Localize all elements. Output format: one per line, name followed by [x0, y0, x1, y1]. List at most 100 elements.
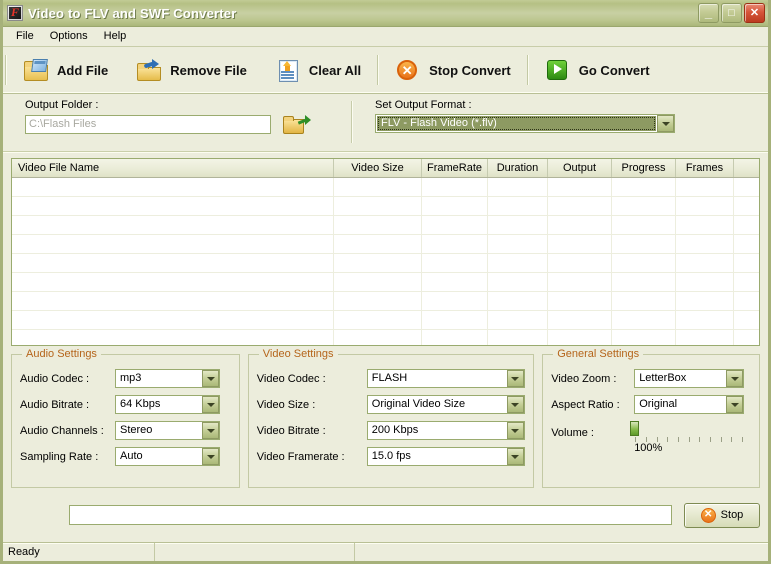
volume-percent: 100% [634, 442, 662, 454]
menu-item-file[interactable]: File [9, 28, 43, 45]
minimize-button[interactable]: _ [698, 3, 719, 23]
add-file-label: Add File [57, 63, 108, 78]
table-row[interactable] [12, 330, 759, 346]
chevron-down-icon[interactable] [202, 396, 219, 413]
table-cell-size [334, 235, 422, 253]
general-settings-title: General Settings [553, 348, 643, 360]
table-cell-progress [612, 235, 676, 253]
video-file-list[interactable]: Video File NameVideo SizeFrameRateDurati… [11, 158, 760, 346]
status-bar: Ready [3, 542, 768, 561]
video-zoom-combo[interactable]: LetterBox [634, 369, 744, 388]
volume-label: Volume : [551, 423, 634, 439]
maximize-button[interactable]: □ [721, 3, 742, 23]
table-row[interactable] [12, 311, 759, 330]
video-codec-row: Video Codec : FLASH [257, 369, 525, 388]
menu-bar: File Options Help [3, 27, 768, 47]
table-row[interactable] [12, 292, 759, 311]
aspect-ratio-row: Aspect Ratio : Original [551, 395, 751, 414]
audio-channels-combo[interactable]: Stereo [115, 421, 220, 440]
video-codec-combo[interactable]: FLASH [367, 369, 525, 388]
aspect-ratio-combo[interactable]: Original [634, 395, 744, 414]
volume-slider-thumb[interactable] [630, 421, 639, 436]
column-header-duration[interactable]: Duration [488, 159, 548, 177]
stop-circle-icon: ✕ [701, 508, 716, 523]
table-cell-name [12, 235, 334, 253]
table-cell-name [12, 292, 334, 310]
audio-bitrate-value: 64 Kbps [116, 396, 202, 413]
table-cell-progress [612, 311, 676, 329]
audio-channels-row: Audio Channels : Stereo [20, 421, 231, 440]
table-cell-progress [612, 216, 676, 234]
output-folder-input[interactable] [25, 115, 271, 134]
chevron-down-icon[interactable] [507, 448, 524, 465]
chevron-down-icon[interactable] [202, 370, 219, 387]
app-window: F Video to FLV and SWF Converter _ □ ✕ F… [0, 0, 771, 564]
table-cell-output [548, 273, 612, 291]
add-file-button[interactable]: Add File [9, 50, 122, 90]
chevron-down-icon[interactable] [726, 370, 743, 387]
chevron-down-icon[interactable] [202, 422, 219, 439]
go-convert-button[interactable]: Go Convert [531, 50, 664, 90]
table-cell-output [548, 216, 612, 234]
table-cell-size [334, 216, 422, 234]
chevron-down-icon[interactable] [507, 422, 524, 439]
table-cell-size [334, 292, 422, 310]
output-format-combo[interactable]: FLV - Flash Video (*.flv) [375, 114, 675, 133]
table-row[interactable] [12, 273, 759, 292]
table-row[interactable] [12, 197, 759, 216]
toolbar-separator [377, 55, 379, 85]
sampling-rate-value: Auto [116, 448, 202, 465]
video-size-combo[interactable]: Original Video Size [367, 395, 525, 414]
table-row[interactable] [12, 178, 759, 197]
output-settings-row: Output Folder : Set Output Format : FLV … [3, 94, 768, 152]
column-header-progress[interactable]: Progress [612, 159, 676, 177]
column-header-framerate[interactable]: FrameRate [422, 159, 488, 177]
audio-bitrate-combo[interactable]: 64 Kbps [115, 395, 220, 414]
audio-codec-value: mp3 [116, 370, 202, 387]
clear-all-label: Clear All [309, 63, 361, 78]
volume-slider[interactable] [634, 422, 636, 436]
column-header-frames[interactable]: Frames [676, 159, 734, 177]
table-cell-size [334, 197, 422, 215]
clear-all-button[interactable]: Clear All [261, 50, 375, 90]
title-bar[interactable]: F Video to FLV and SWF Converter _ □ ✕ [3, 0, 768, 27]
video-framerate-label: Video Framerate : [257, 451, 367, 463]
table-cell-output [548, 254, 612, 272]
table-cell-duration [488, 330, 548, 346]
table-cell-progress [612, 292, 676, 310]
toolbar: Add File Remove File Clear All ✕ Stop Co… [3, 47, 768, 94]
chevron-down-icon[interactable] [507, 396, 524, 413]
slider-tick [710, 437, 711, 442]
stop-convert-button[interactable]: ✕ Stop Convert [381, 50, 525, 90]
column-header-name[interactable]: Video File Name [12, 159, 334, 177]
list-body[interactable] [12, 178, 759, 345]
slider-tick [731, 437, 732, 442]
table-row[interactable] [12, 235, 759, 254]
audio-codec-combo[interactable]: mp3 [115, 369, 220, 388]
video-zoom-label: Video Zoom : [551, 373, 634, 385]
table-row[interactable] [12, 216, 759, 235]
folder-open-icon[interactable] [283, 114, 305, 134]
close-button[interactable]: ✕ [744, 3, 765, 23]
menu-item-options[interactable]: Options [43, 28, 97, 45]
settings-panels: Audio Settings Audio Codec : mp3 Audio B… [11, 354, 760, 488]
sampling-rate-combo[interactable]: Auto [115, 447, 220, 466]
chevron-down-icon[interactable] [726, 396, 743, 413]
video-bitrate-value: 200 Kbps [368, 422, 507, 439]
table-cell-duration [488, 178, 548, 196]
remove-file-button[interactable]: Remove File [122, 50, 261, 90]
chevron-down-icon[interactable] [507, 370, 524, 387]
folder-remove-icon [136, 58, 162, 82]
video-bitrate-combo[interactable]: 200 Kbps [367, 421, 525, 440]
video-framerate-combo[interactable]: 15.0 fps [367, 447, 525, 466]
column-header-output[interactable]: Output [548, 159, 612, 177]
column-header-size[interactable]: Video Size [334, 159, 422, 177]
chevron-down-icon[interactable] [657, 115, 674, 132]
stop-button[interactable]: ✕ Stop [684, 503, 760, 528]
table-cell-framerate [422, 197, 488, 215]
menu-item-help[interactable]: Help [97, 28, 136, 45]
table-row[interactable] [12, 254, 759, 273]
aspect-ratio-value: Original [635, 396, 726, 413]
chevron-down-icon[interactable] [202, 448, 219, 465]
audio-bitrate-label: Audio Bitrate : [20, 399, 115, 411]
